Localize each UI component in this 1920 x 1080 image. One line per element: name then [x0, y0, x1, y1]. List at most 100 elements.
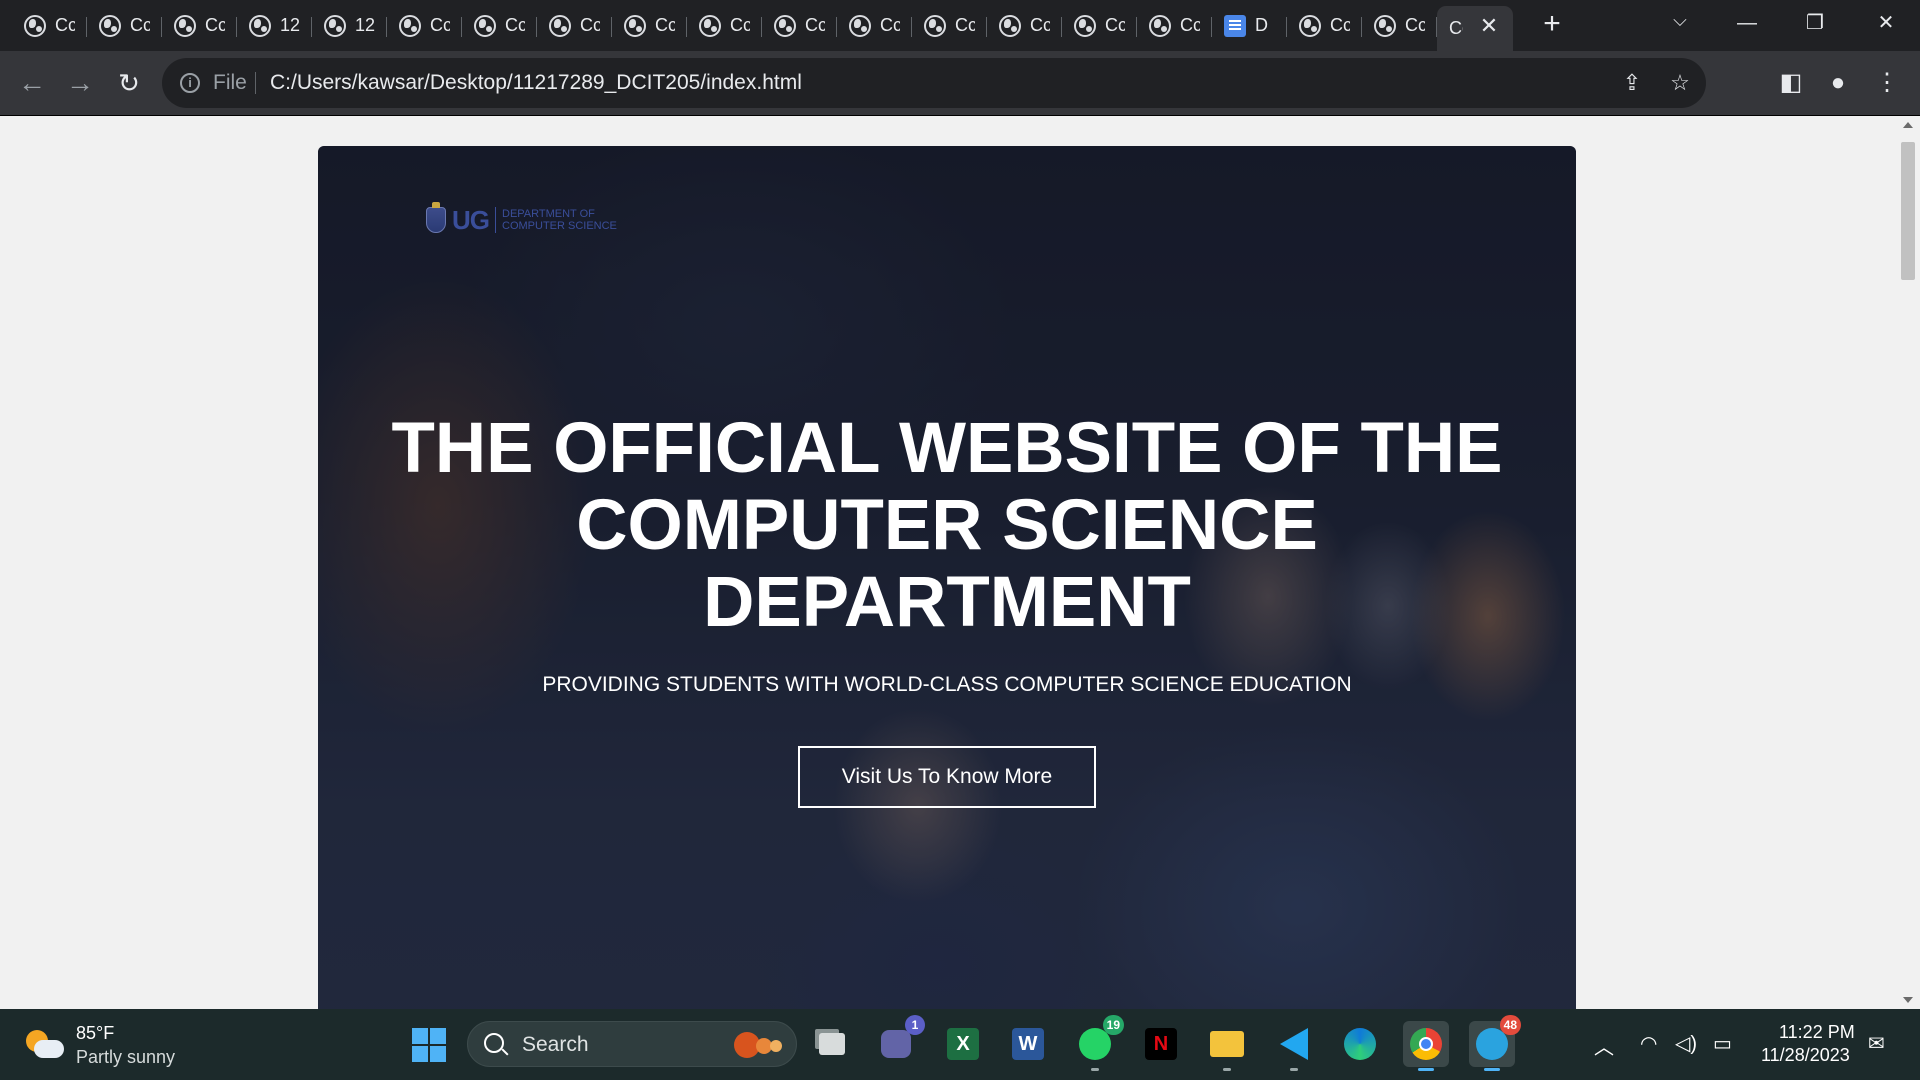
tab-title: Cc: [955, 15, 975, 35]
search-icon: [484, 1033, 504, 1053]
excel-app-icon[interactable]: X: [940, 1021, 986, 1067]
docs-icon: [1224, 14, 1246, 37]
hero-subtitle: PROVIDING STUDENTS WITH WORLD-CLASS COMP…: [542, 673, 1352, 696]
running-indicator: [1484, 1068, 1500, 1071]
whatsapp-app-icon[interactable]: 19: [1072, 1015, 1124, 1071]
profile-icon[interactable]: ●: [1822, 67, 1854, 99]
tab-title: 12: [280, 15, 300, 35]
tab-title: Cc: [1330, 15, 1350, 35]
browser-tab[interactable]: D: [1212, 6, 1287, 45]
browser-tab[interactable]: Cc: [162, 6, 237, 45]
vertical-scrollbar[interactable]: [1895, 116, 1920, 1009]
browser-tab[interactable]: Cc: [87, 6, 162, 45]
department-logo[interactable]: UG DEPARTMENT OF COMPUTER SCIENCE: [426, 202, 632, 236]
notification-badge: 48: [1499, 1015, 1521, 1035]
netflix-app-icon[interactable]: N: [1138, 1021, 1184, 1067]
share-icon[interactable]: ⇪: [1620, 71, 1644, 95]
weather-temperature[interactable]: 85°F: [76, 1023, 114, 1044]
globe-icon: [474, 14, 496, 37]
edge-app-icon[interactable]: [1337, 1021, 1383, 1067]
browser-tab[interactable]: Cc: [612, 6, 687, 45]
close-tab-icon[interactable]: ✕: [1479, 15, 1499, 37]
browser-tab[interactable]: Cc: [687, 6, 762, 45]
chrome-app-icon[interactable]: [1403, 1021, 1449, 1071]
visit-us-button[interactable]: Visit Us To Know More: [798, 746, 1096, 808]
browser-tab[interactable]: Cc: [387, 6, 462, 45]
forward-button[interactable]: →: [64, 67, 96, 99]
reload-button[interactable]: ↻: [113, 67, 145, 99]
browser-tab[interactable]: Cc: [1137, 6, 1212, 45]
browser-tab[interactable]: Cc: [462, 6, 537, 45]
tab-title: Cc: [580, 15, 600, 35]
weather-description[interactable]: Partly sunny: [76, 1047, 175, 1068]
partly-sunny-icon[interactable]: [26, 1026, 64, 1062]
bookmark-star-icon[interactable]: ☆: [1668, 71, 1692, 95]
browser-tab[interactable]: Cc: [537, 6, 612, 45]
scroll-thumb[interactable]: [1901, 142, 1915, 280]
clock-time[interactable]: 11:22 PM: [1779, 1022, 1855, 1043]
teams-app-icon[interactable]: 1: [873, 1015, 925, 1067]
browser-tab[interactable]: 12: [237, 6, 312, 45]
browser-tab[interactable]: Cc: [1362, 6, 1437, 45]
task-view-app-icon[interactable]: [809, 1021, 855, 1067]
file-explorer-app-icon[interactable]: [1204, 1021, 1250, 1071]
side-panel-icon[interactable]: ◧: [1775, 67, 1807, 99]
scroll-down-arrow-icon[interactable]: [1903, 997, 1913, 1003]
browser-tab[interactable]: Cc: [12, 6, 87, 45]
browser-tab[interactable]: 12: [312, 6, 387, 45]
browser-tab[interactable]: Cc: [912, 6, 987, 45]
globe-icon: [174, 14, 196, 37]
excel-glyph: X: [947, 1028, 979, 1060]
globe-icon: [324, 14, 346, 37]
address-separator: [255, 72, 256, 94]
battery-icon[interactable]: ▭: [1713, 1031, 1732, 1056]
telegram-app-icon[interactable]: 48: [1469, 1015, 1521, 1071]
volume-icon[interactable]: ◁): [1675, 1031, 1697, 1056]
logo-separator: [495, 207, 496, 233]
running-indicator: [1418, 1068, 1434, 1071]
browser-tab[interactable]: Cc: [1062, 6, 1137, 45]
globe-icon: [399, 14, 421, 37]
globe-icon: [24, 14, 46, 37]
notifications-icon[interactable]: ✉: [1868, 1031, 1885, 1056]
tab-title: Cc: [1030, 15, 1050, 35]
start-button[interactable]: [412, 1028, 446, 1062]
tab-list: Cc Cc Cc 12 12 Cc Cc Cc Cc Cc Cc Cc Cc Cc Cc Cc D Cc Cc Cc ✕: [12, 6, 1513, 51]
browser-tab[interactable]: Cc: [987, 6, 1062, 45]
show-hidden-icons-chevron-icon[interactable]: ︿: [1594, 1031, 1614, 1060]
browser-tab[interactable]: Cc: [1287, 6, 1362, 45]
notification-badge: 1: [905, 1015, 925, 1035]
word-app-icon[interactable]: W: [1005, 1021, 1051, 1067]
browser-tab[interactable]: Cc: [762, 6, 837, 45]
globe-icon: [1149, 14, 1171, 37]
clock-date[interactable]: 11/28/2023: [1761, 1045, 1850, 1066]
scroll-up-arrow-icon[interactable]: [1903, 122, 1913, 128]
browser-toolbar: ← → ↻ i File C:/Users/kawsar/Desktop/112…: [0, 51, 1920, 116]
address-bar[interactable]: i File C:/Users/kawsar/Desktop/11217289_…: [162, 58, 1706, 108]
browser-tab[interactable]: Cc ✕: [1437, 6, 1513, 51]
search-highlight-icon: [726, 1030, 788, 1060]
browser-tab[interactable]: Cc: [837, 6, 912, 45]
tab-title: Cc: [730, 15, 750, 35]
restore-button[interactable]: ❐: [1795, 8, 1835, 38]
tab-strip: Cc Cc Cc 12 12 Cc Cc Cc Cc Cc Cc Cc Cc Cc Cc Cc D Cc Cc Cc ✕…: [0, 0, 1920, 51]
tab-title: 12: [355, 15, 375, 35]
tab-title: Cc: [505, 15, 525, 35]
minimize-button[interactable]: —: [1727, 8, 1767, 38]
vscode-app-icon[interactable]: [1271, 1021, 1317, 1071]
menu-kebab-icon[interactable]: ⋮: [1871, 67, 1903, 99]
tab-search-chevron-icon[interactable]: ⌵: [1668, 10, 1692, 34]
wifi-icon[interactable]: ◠: [1640, 1031, 1657, 1056]
running-indicator: [1223, 1068, 1231, 1071]
university-crest-icon: [426, 202, 446, 233]
close-window-button[interactable]: ✕: [1866, 8, 1906, 38]
new-tab-button[interactable]: +: [1537, 9, 1567, 39]
back-button[interactable]: ←: [16, 67, 48, 99]
url-text[interactable]: C:/Users/kawsar/Desktop/11217289_DCIT205…: [270, 71, 802, 95]
tab-title: Cc: [1180, 15, 1200, 35]
globe-icon: [699, 14, 721, 37]
site-info-icon[interactable]: i: [180, 73, 200, 93]
globe-icon: [1374, 14, 1396, 37]
logo-department-name: DEPARTMENT OF COMPUTER SCIENCE: [502, 208, 617, 232]
taskbar-search[interactable]: Search: [467, 1021, 797, 1067]
